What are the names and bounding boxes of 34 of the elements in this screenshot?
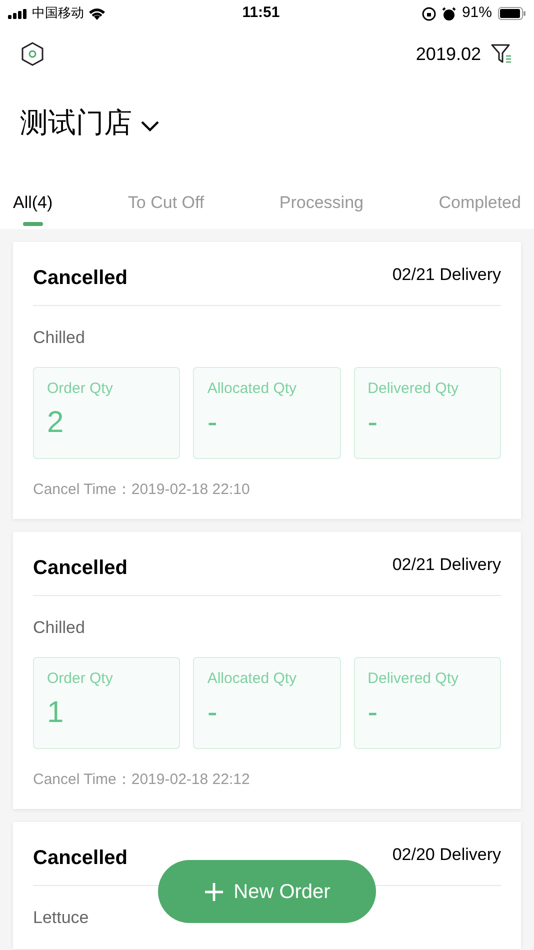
filter-icon[interactable] [491,44,513,64]
order-status: Cancelled [33,846,128,871]
quantity-tile: Allocated Qty - [193,656,341,748]
signal-icon [8,8,28,18]
battery-icon [498,7,526,20]
quantity-tile: Allocated Qty - [193,366,341,458]
delivery-date: 02/21 Delivery [392,554,501,576]
delivery-date: 02/20 Delivery [392,844,501,866]
category-label: Chilled [33,617,86,639]
quantity-tile: Order Qty 1 [33,656,180,748]
clock-time: 11:51 [242,3,280,24]
store-name[interactable]: 测试门店 [20,102,132,144]
carrier-name: 中国移动 [32,4,84,23]
order-card[interactable]: Cancelled 02/21 Delivery Chilled Order Qty 2 Allocated Qty - Delivered Qty - Cancel Time：2019-02-18 22:10 [13,242,521,519]
filter-tab[interactable]: All(4) [13,184,53,229]
order-card[interactable]: Cancelled 02/21 Delivery Chilled Order Qty 1 Allocated Qty - Delivered Qty - Cancel Time：2019-02-18 22:12 [13,532,521,809]
category-label: Lettuce [33,907,90,929]
cancel-time: Cancel Time：2019-02-18 22:10 [33,480,251,500]
battery-percent: 91% [462,3,492,24]
month-label[interactable]: 2019.02 [416,40,481,68]
hexagon-icon[interactable] [21,42,44,66]
chevron-down-icon[interactable] [140,120,160,132]
order-status: Cancelled [33,556,128,581]
alarm-icon [442,6,456,20]
quantity-tile: Delivered Qty - [354,656,501,748]
order-status: Cancelled [33,266,128,291]
plus-icon [204,882,224,902]
category-label: Chilled [33,327,86,349]
quantity-tile: Delivered Qty - [354,366,501,458]
cancel-time: Cancel Time：2019-02-18 22:12 [33,770,251,790]
wifi-icon [88,7,106,20]
quantity-tile: Order Qty 2 [33,366,180,458]
delivery-date: 02/21 Delivery [392,264,501,286]
rotation-lock-icon [422,6,436,20]
